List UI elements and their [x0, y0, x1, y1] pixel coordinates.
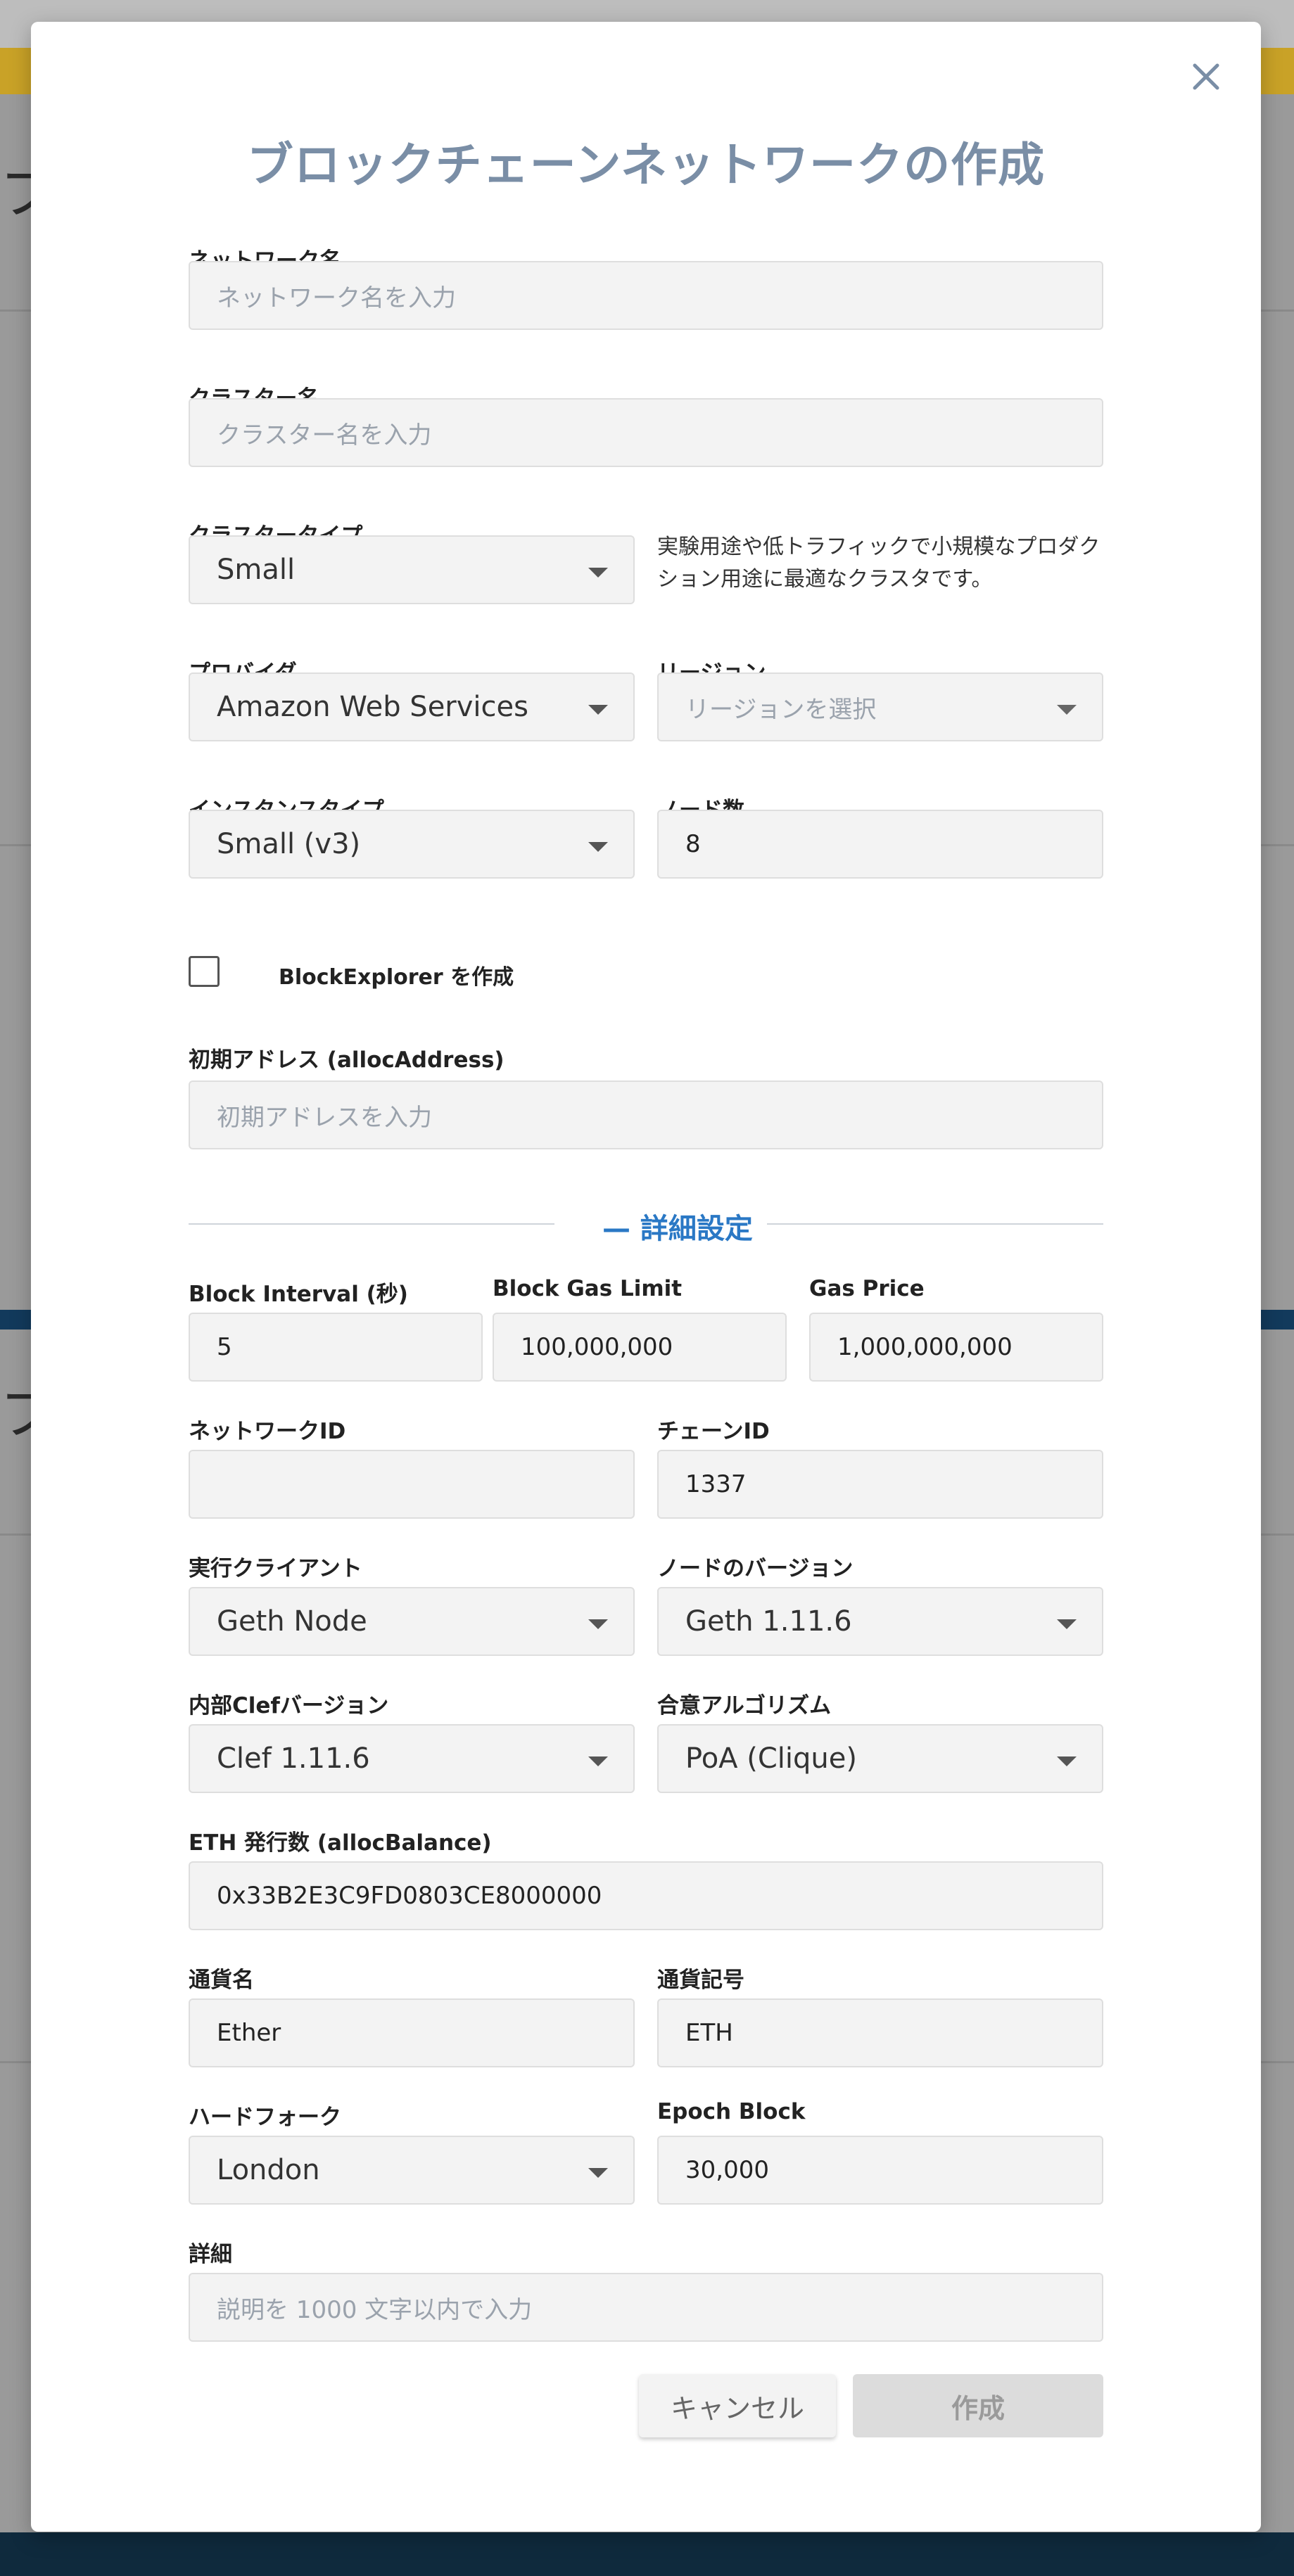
chevron-down-icon [588, 1756, 608, 1766]
currency-symbol-label: 通貨記号 [657, 1968, 744, 1993]
block-interval-value: 5 [217, 1333, 232, 1361]
cluster-type-value: Small [217, 554, 296, 586]
details-placeholder: 説明を 1000 文字以内で入力 [217, 2295, 533, 2324]
chevron-down-icon [588, 1619, 608, 1629]
epoch-block-value: 30,000 [685, 2156, 769, 2184]
consensus-label: 合意アルゴリズム [657, 1693, 832, 1719]
currency-name-value: Ether [217, 2019, 281, 2047]
chain-id-input[interactable]: 1337 [657, 1450, 1103, 1519]
divider-line-right [767, 1223, 1103, 1225]
details-input[interactable]: 説明を 1000 文字以内で入力 [189, 2273, 1103, 2342]
cluster-type-select[interactable]: Small [189, 535, 635, 604]
close-icon [1193, 63, 1219, 90]
cluster-name-input[interactable]: クラスター名を入力 [189, 398, 1103, 467]
alloc-address-label: 初期アドレス (allocAddress) [189, 1047, 505, 1073]
region-select[interactable]: リージョンを選択 [657, 672, 1103, 741]
chevron-down-icon [588, 705, 608, 715]
node-count-value: 8 [685, 830, 701, 858]
chevron-down-icon [1057, 705, 1077, 715]
node-count-input[interactable]: 8 [657, 810, 1103, 879]
cluster-type-note: 実験用途や低トラフィックで小規模なプロダクション用途に最適なクラスタです。 [657, 535, 1100, 592]
consensus-value: PoA (Clique) [685, 1742, 857, 1775]
gas-price-label: Gas Price [809, 1276, 925, 1301]
consensus-select[interactable]: PoA (Clique) [657, 1724, 1103, 1793]
epoch-block-input[interactable]: 30,000 [657, 2136, 1103, 2205]
network-id-input[interactable] [189, 1450, 635, 1519]
block-gas-limit-input[interactable]: 100,000,000 [493, 1313, 787, 1382]
currency-name-label: 通貨名 [189, 1968, 254, 1993]
create-network-modal: ブロックチェーンネットワークの作成 ネットワーク名 ネットワーク名を入力 クラス… [31, 22, 1261, 2532]
chevron-down-icon [1057, 1756, 1077, 1766]
block-gas-limit-label: Block Gas Limit [493, 1276, 683, 1301]
instance-type-value: Small (v3) [217, 828, 361, 860]
currency-symbol-value: ETH [685, 2019, 733, 2047]
block-explorer-checkbox[interactable] [189, 956, 220, 987]
alloc-address-input[interactable]: 初期アドレスを入力 [189, 1080, 1103, 1149]
block-gas-limit-value: 100,000,000 [521, 1333, 673, 1361]
hard-fork-label: ハードフォーク [189, 2105, 341, 2130]
modal-title: ブロックチェーンネットワークの作成 [246, 138, 1046, 192]
epoch-block-label: Epoch Block [657, 2099, 806, 2124]
alloc-address-placeholder: 初期アドレスを入力 [217, 1103, 432, 1132]
network-name-input[interactable]: ネットワーク名を入力 [189, 261, 1103, 330]
exec-client-value: Geth Node [217, 1605, 367, 1638]
chevron-down-icon [588, 568, 608, 578]
chain-id-label: チェーンID [657, 1419, 770, 1444]
node-version-value: Geth 1.11.6 [685, 1605, 852, 1638]
clef-version-select[interactable]: Clef 1.11.6 [189, 1724, 635, 1793]
cancel-button[interactable]: キャンセル [639, 2374, 836, 2437]
background-footer [0, 2532, 1294, 2576]
instance-type-select[interactable]: Small (v3) [189, 810, 635, 879]
provider-select[interactable]: Amazon Web Services [189, 672, 635, 741]
chain-id-value: 1337 [685, 1470, 747, 1498]
hard-fork-select[interactable]: London [189, 2136, 635, 2205]
details-label: 詳細 [189, 2242, 232, 2267]
clef-version-label: 内部Clefバージョン [189, 1693, 389, 1719]
alloc-balance-value: 0x33B2E3C9FD0803CE8000000 [217, 1882, 602, 1910]
block-interval-label: Block Interval (秒) [189, 1282, 408, 1307]
create-button[interactable]: 作成 [853, 2374, 1103, 2437]
provider-value: Amazon Web Services [217, 691, 528, 723]
network-name-placeholder: ネットワーク名を入力 [217, 283, 456, 312]
advanced-settings-toggle[interactable]: — 詳細設定 [602, 1206, 753, 1246]
node-version-label: ノードのバージョン [657, 1556, 854, 1581]
gas-price-value: 1,000,000,000 [837, 1333, 1013, 1361]
chevron-down-icon [588, 842, 608, 852]
node-version-select[interactable]: Geth 1.11.6 [657, 1587, 1103, 1656]
exec-client-select[interactable]: Geth Node [189, 1587, 635, 1656]
clef-version-value: Clef 1.11.6 [217, 1742, 370, 1775]
currency-symbol-input[interactable]: ETH [657, 1998, 1103, 2067]
hard-fork-value: London [217, 2154, 320, 2186]
currency-name-input[interactable]: Ether [189, 1998, 635, 2067]
close-button[interactable] [1185, 56, 1227, 98]
region-placeholder: リージョンを選択 [685, 695, 877, 724]
chevron-down-icon [588, 2168, 608, 2178]
exec-client-label: 実行クライアント [189, 1556, 362, 1581]
alloc-balance-label: ETH 発行数 (allocBalance) [189, 1830, 492, 1856]
chevron-down-icon [1057, 1619, 1077, 1629]
alloc-balance-input[interactable]: 0x33B2E3C9FD0803CE8000000 [189, 1861, 1103, 1930]
block-explorer-label: BlockExplorer を作成 [279, 965, 514, 990]
network-id-label: ネットワークID [189, 1419, 346, 1444]
block-interval-input[interactable]: 5 [189, 1313, 483, 1382]
divider-line-left [189, 1223, 554, 1225]
gas-price-input[interactable]: 1,000,000,000 [809, 1313, 1103, 1382]
cluster-name-placeholder: クラスター名を入力 [217, 421, 432, 449]
